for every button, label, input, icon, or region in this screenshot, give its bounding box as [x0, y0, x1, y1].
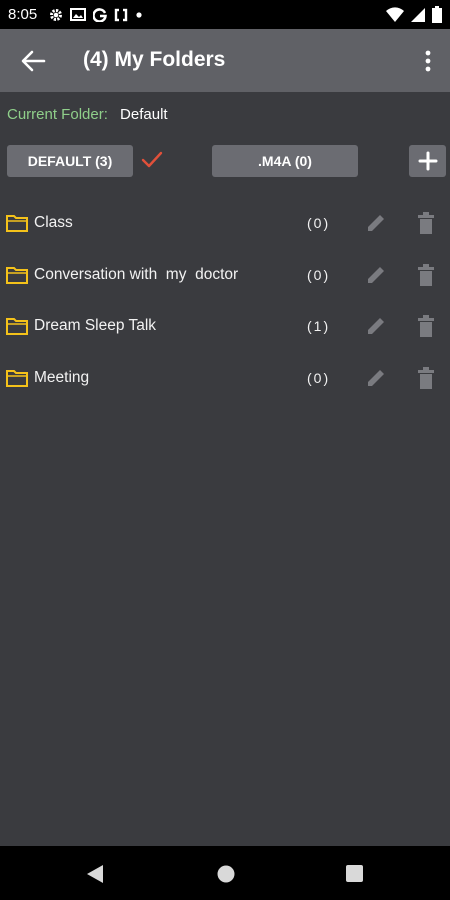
arrow-left-icon[interactable]	[20, 49, 46, 73]
folder-count: (1)	[307, 318, 331, 334]
edit-icon[interactable]	[365, 264, 387, 286]
edit-icon[interactable]	[365, 212, 387, 234]
image-icon	[70, 8, 87, 21]
g-icon	[93, 7, 108, 22]
status-icons-right	[386, 6, 442, 23]
folder-icon	[6, 370, 28, 387]
battery-icon	[432, 6, 442, 23]
delete-icon[interactable]	[416, 264, 436, 286]
sync-icon	[115, 7, 128, 22]
list-item[interactable]: Class (0)	[0, 200, 450, 250]
folder-count: (0)	[307, 370, 331, 386]
folder-icon	[6, 215, 28, 232]
current-folder-value: Default	[120, 106, 168, 123]
current-folder-label: Current Folder:	[7, 106, 108, 123]
status-time: 8:05	[8, 6, 38, 23]
status-icons-left	[49, 7, 143, 22]
edit-icon[interactable]	[365, 315, 387, 337]
signal-icon	[411, 7, 425, 22]
folder-icon	[6, 267, 28, 284]
folder-icon	[6, 318, 28, 335]
folder-name: Class	[34, 214, 73, 231]
list-item[interactable]: Conversation with my doctor (0)	[0, 252, 450, 302]
nav-home-icon[interactable]	[217, 865, 235, 883]
status-bar: 8:05	[0, 0, 450, 29]
app-bar: (4) My Folders	[0, 29, 450, 92]
folder-name: Conversation with my doctor	[34, 266, 239, 283]
dot-icon	[136, 11, 142, 18]
nav-recents-icon[interactable]	[346, 865, 363, 882]
wifi-icon	[386, 6, 404, 22]
delete-icon[interactable]	[416, 212, 436, 234]
m4a-folder-button[interactable]: .M4A (0)	[212, 145, 358, 177]
list-item[interactable]: Meeting (0)	[0, 355, 450, 405]
add-folder-button[interactable]	[409, 145, 446, 177]
folder-count: (0)	[307, 267, 331, 283]
nav-bar	[0, 846, 450, 900]
edit-icon[interactable]	[365, 367, 387, 389]
list-item[interactable]: Dream Sleep Talk (1)	[0, 303, 450, 353]
page-title: (4) My Folders	[83, 48, 226, 71]
folder-name: Meeting	[34, 369, 90, 386]
more-vert-icon[interactable]	[424, 49, 432, 73]
gear-icon	[50, 8, 63, 21]
nav-back-icon[interactable]	[86, 864, 104, 884]
plus-icon	[418, 151, 437, 171]
default-folder-button[interactable]: DEFAULT (3)	[7, 145, 133, 177]
folder-name: Dream Sleep Talk	[34, 317, 157, 334]
current-folder: Current Folder: Default	[7, 106, 168, 123]
delete-icon[interactable]	[416, 315, 436, 337]
check-icon	[141, 151, 163, 168]
folder-count: (0)	[307, 215, 331, 231]
delete-icon[interactable]	[416, 367, 436, 389]
